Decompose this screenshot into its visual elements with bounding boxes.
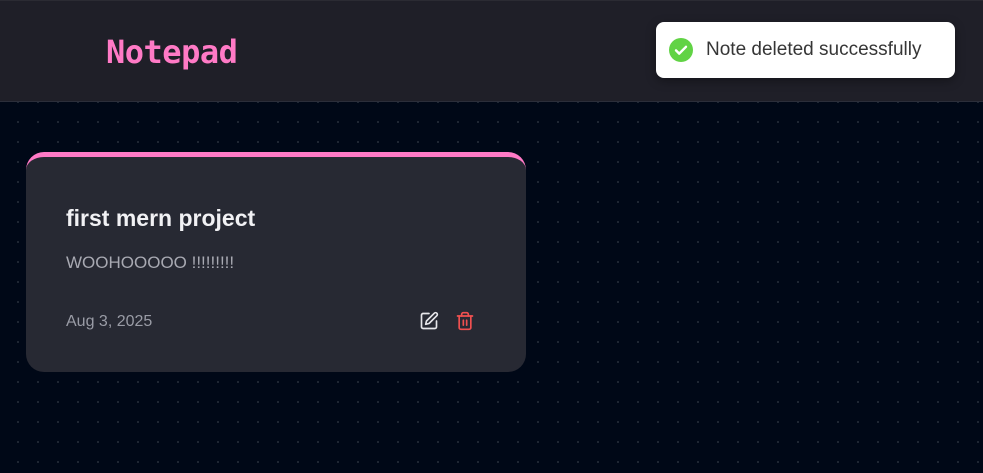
edit-icon [420,311,439,330]
toast-notification: Note deleted successfully [656,22,955,78]
check-circle-icon [669,38,693,62]
edit-note-button[interactable] [417,309,441,333]
delete-note-button[interactable] [453,309,477,333]
note-content: WOOHOOOOO !!!!!!!!! [66,253,235,272]
trash-icon [456,311,474,331]
note-card[interactable]: first mern project WOOHOOOOO !!!!!!!!! A… [26,152,526,372]
note-date: Aug 3, 2025 [66,313,153,330]
navbar: Notepad Note deleted successfully [0,0,983,102]
note-title: first mern project [66,205,256,231]
brand-title[interactable]: Notepad [106,32,238,72]
check-circle-bg [669,38,693,62]
toast-message: Note deleted successfully [706,39,922,60]
